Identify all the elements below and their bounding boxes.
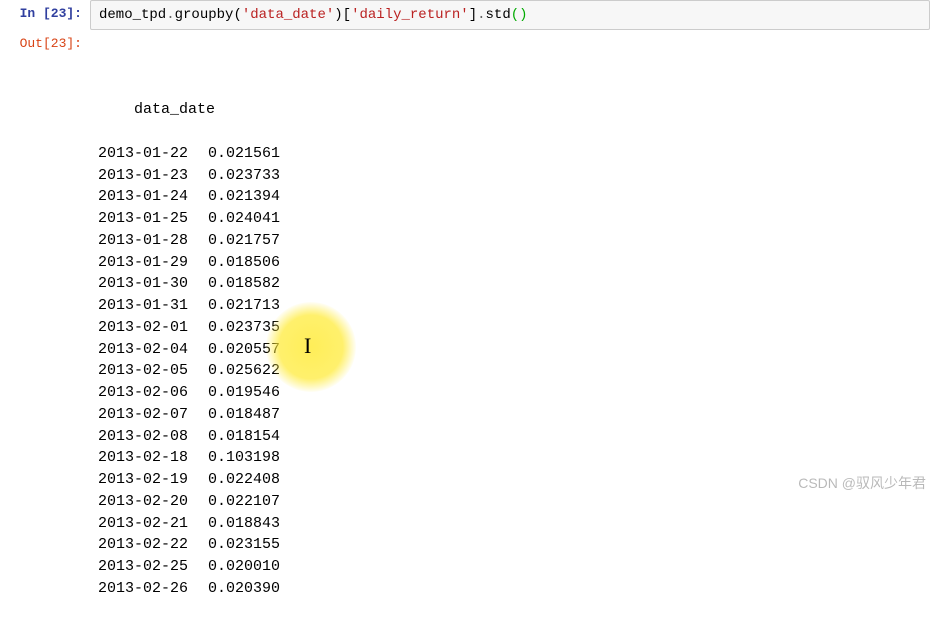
code-paren-open: ( (511, 7, 519, 23)
output-row: 2013-02-070.018487 (98, 404, 928, 426)
output-value: 0.020010 (208, 556, 280, 578)
output-date: 2013-01-30 (98, 273, 208, 295)
output-value: 0.018843 (208, 513, 280, 535)
output-value: 0.019546 (208, 382, 280, 404)
code-bracket-close: ] (469, 7, 477, 23)
code-string: 'data_date' (242, 7, 334, 23)
output-date: 2013-01-31 (98, 295, 208, 317)
code-variable: demo_tpd (99, 7, 166, 23)
output-date: 2013-02-04 (98, 339, 208, 361)
output-row: 2013-02-220.023155 (98, 534, 928, 556)
output-date: 2013-02-20 (98, 491, 208, 513)
output-value: 0.022408 (208, 469, 280, 491)
output-date: 2013-02-19 (98, 469, 208, 491)
output-value: 0.023733 (208, 165, 280, 187)
output-value: 0.025622 (208, 360, 280, 382)
output-row: 2013-02-080.018154 (98, 426, 928, 448)
code-input[interactable]: demo_tpd.groupby('data_date')['daily_ret… (90, 0, 930, 30)
output-value: 0.018154 (208, 426, 280, 448)
input-prompt: In [23]: (0, 0, 90, 21)
output-date: 2013-02-01 (98, 317, 208, 339)
output-date: 2013-02-22 (98, 534, 208, 556)
output-row: 2013-02-040.020557 (98, 339, 928, 361)
output-row: 2013-02-200.022107 (98, 491, 928, 513)
output-row: 2013-01-310.021713 (98, 295, 928, 317)
code-dot: . (477, 7, 485, 23)
output-date: 2013-02-26 (98, 578, 208, 600)
output-row: 2013-02-210.018843 (98, 513, 928, 535)
code-string: 'daily_return' (351, 7, 469, 23)
code-paren-close: ) (334, 7, 342, 23)
code-method: std (486, 7, 511, 23)
output-date: 2013-02-07 (98, 404, 208, 426)
code-method: groupby (175, 7, 234, 23)
output-value: 0.021561 (208, 143, 280, 165)
output-value: 0.020557 (208, 339, 280, 361)
output-value: 0.018487 (208, 404, 280, 426)
output-text[interactable]: I data_date 2013-01-220.0215612013-01-23… (90, 30, 936, 643)
output-value: 0.024041 (208, 208, 280, 230)
output-row: 2013-02-050.025622 (98, 360, 928, 382)
output-row: 2013-02-010.023735 (98, 317, 928, 339)
output-value: 0.018506 (208, 252, 280, 274)
output-value: 0.021394 (208, 186, 280, 208)
code-dot: . (166, 7, 174, 23)
output-date: 2013-02-08 (98, 426, 208, 448)
code-paren-close: ) (519, 7, 527, 23)
output-prompt: Out[23]: (0, 30, 90, 51)
output-value: 0.023155 (208, 534, 280, 556)
output-row: 2013-02-180.103198 (98, 447, 928, 469)
output-row: 2013-01-250.024041 (98, 208, 928, 230)
output-value: 0.018582 (208, 273, 280, 295)
output-row: 2013-01-300.018582 (98, 273, 928, 295)
output-date: 2013-01-29 (98, 252, 208, 274)
output-date: 2013-01-23 (98, 165, 208, 187)
output-row: 2013-02-260.020390 (98, 578, 928, 600)
output-value: 0.020390 (208, 578, 280, 600)
code-bracket-open: [ (343, 7, 351, 23)
output-date: 2013-01-24 (98, 186, 208, 208)
watermark-text: CSDN @驭风少年君 (798, 473, 926, 493)
output-date: 2013-02-25 (98, 556, 208, 578)
output-date: 2013-01-22 (98, 143, 208, 165)
output-date: 2013-02-18 (98, 447, 208, 469)
output-row: 2013-01-280.021757 (98, 230, 928, 252)
output-row: 2013-01-230.023733 (98, 165, 928, 187)
output-date: 2013-01-28 (98, 230, 208, 252)
output-header: data_date (134, 101, 215, 118)
output-value: 0.022107 (208, 491, 280, 513)
output-row: 2013-02-250.020010 (98, 556, 928, 578)
code-line: demo_tpd.groupby('data_date')['daily_ret… (99, 7, 528, 23)
output-date: 2013-02-21 (98, 513, 208, 535)
output-date: 2013-01-25 (98, 208, 208, 230)
output-value: 0.103198 (208, 447, 280, 469)
output-value: 0.021757 (208, 230, 280, 252)
code-paren-open: ( (233, 7, 241, 23)
output-date: 2013-02-05 (98, 360, 208, 382)
output-cell: Out[23]: I data_date 2013-01-220.0215612… (0, 30, 936, 643)
output-row: 2013-01-220.021561 (98, 143, 928, 165)
output-row: 2013-01-240.021394 (98, 186, 928, 208)
output-value: 0.021713 (208, 295, 280, 317)
output-row: 2013-01-290.018506 (98, 252, 928, 274)
output-date: 2013-02-06 (98, 382, 208, 404)
output-value: 0.023735 (208, 317, 280, 339)
output-row: 2013-02-060.019546 (98, 382, 928, 404)
input-cell: In [23]: demo_tpd.groupby('data_date')['… (0, 0, 936, 30)
